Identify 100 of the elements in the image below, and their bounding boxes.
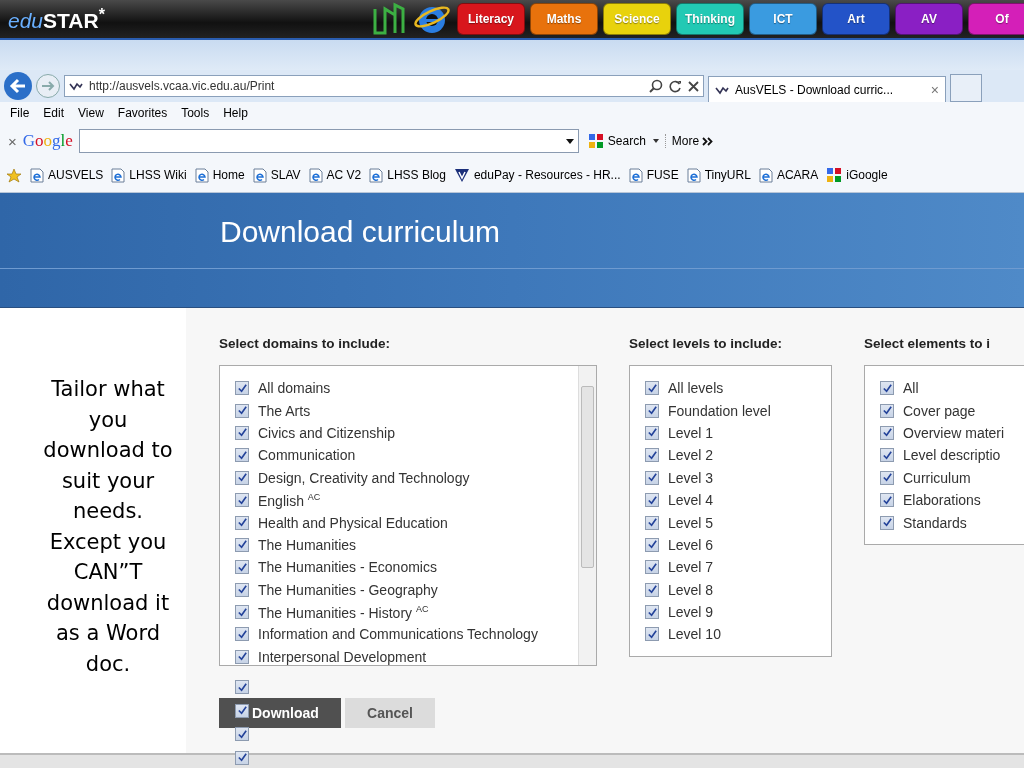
checkbox[interactable]	[880, 515, 894, 530]
subject-tab[interactable]: Literacy	[457, 3, 525, 35]
checkbox-label: Standards	[903, 514, 967, 531]
checkbox[interactable]	[645, 381, 659, 396]
back-button[interactable]	[4, 72, 32, 100]
favorite-link[interactable]: ACARA	[758, 167, 819, 183]
checkbox-label: The Humanities	[258, 536, 357, 553]
checkbox[interactable]	[645, 560, 659, 575]
menu-item[interactable]: Edit	[37, 106, 73, 120]
tab-title: AusVELS - Download curric...	[735, 82, 895, 97]
menu-item[interactable]: Help	[217, 106, 256, 120]
menu-item[interactable]: Tools	[175, 106, 218, 120]
checkbox[interactable]	[880, 425, 894, 440]
favorite-link[interactable]: SLAV	[252, 167, 301, 183]
checkbox[interactable]	[235, 560, 249, 575]
checkbox-label: Elaborations	[903, 492, 981, 509]
checkbox-label: The Arts	[258, 402, 311, 419]
favorite-link[interactable]: FUSE	[628, 167, 679, 183]
checkbox[interactable]	[235, 537, 249, 552]
menu-item[interactable]: View	[72, 106, 112, 120]
subject-tab[interactable]: Of	[968, 3, 1024, 35]
arrow-icon	[9, 78, 27, 94]
menu-item[interactable]: Favorites	[111, 106, 176, 120]
checkbox-label: All levels	[668, 380, 724, 397]
section-heading: Select elements to i	[864, 336, 992, 351]
checkbox-label: Overview materi	[903, 424, 1005, 441]
download-button[interactable]: Download	[219, 698, 341, 728]
checkbox-label: Level 7	[668, 559, 714, 576]
checkbox[interactable]	[235, 582, 249, 597]
more-button[interactable]: More	[664, 134, 714, 148]
cancel-button[interactable]: Cancel	[345, 698, 435, 728]
favorite-link[interactable]: LHSS Blog	[369, 167, 446, 183]
toolbar-close-button[interactable]: ×	[8, 132, 17, 150]
section-heading: Select levels to include:	[629, 336, 784, 351]
favorite-link[interactable]: LHSS Wiki	[111, 167, 187, 183]
dropdown-icon	[652, 139, 659, 143]
webpage-icon	[628, 167, 643, 183]
checkbox[interactable]	[645, 515, 659, 530]
webpage-icon	[252, 167, 267, 183]
tab-close-button[interactable]: ×	[930, 81, 939, 98]
checkbox[interactable]	[645, 493, 659, 508]
checkbox[interactable]	[645, 537, 659, 552]
checkbox[interactable]	[235, 649, 249, 664]
checkbox[interactable]	[645, 425, 659, 440]
checkbox[interactable]	[880, 493, 894, 508]
checkbox[interactable]	[645, 582, 659, 597]
favorite-link[interactable]: AC V2	[308, 167, 362, 183]
address-bar[interactable]: http://ausvels.vcaa.vic.edu.au/Print	[64, 75, 704, 97]
favorite-link[interactable]: AUSVELS	[30, 167, 104, 183]
checkbox-label: Level 8	[668, 581, 714, 598]
checkbox-label: Interpersonal Development	[258, 648, 427, 665]
favorite-link[interactable]: eduPay - Resources - HR...	[453, 167, 621, 183]
browser-tab[interactable]: AusVELS - Download curric... ×	[708, 76, 946, 102]
search-button[interactable]: Search	[584, 133, 659, 149]
menu-item[interactable]: File	[4, 106, 38, 120]
webpage-icon	[308, 167, 323, 183]
checkbox-label: The Humanities - Geography	[258, 581, 438, 598]
favorite-link[interactable]: Home	[194, 167, 245, 183]
close-icon[interactable]	[688, 80, 699, 92]
checkbox[interactable]	[235, 515, 249, 530]
webpage-icon	[369, 167, 384, 183]
favorite-link[interactable]: TinyURL	[686, 167, 751, 183]
refresh-icon[interactable]	[669, 79, 682, 93]
checkbox-label: Level 1	[668, 424, 714, 441]
checkbox[interactable]	[235, 750, 249, 765]
checkbox[interactable]	[645, 605, 659, 620]
checkbox[interactable]	[880, 381, 894, 396]
caption-text: Tailor what you download to suit your needs. Except you CAN”T download it as a Word doc.	[42, 376, 174, 678]
search-icon[interactable]	[649, 79, 663, 93]
scrollbar[interactable]	[578, 366, 596, 665]
checkbox[interactable]	[235, 605, 249, 620]
logo-icon[interactable]	[371, 1, 407, 37]
checkbox[interactable]	[645, 448, 659, 463]
checkbox[interactable]	[235, 425, 249, 440]
checkbox[interactable]	[235, 727, 249, 741]
checkbox[interactable]	[235, 448, 249, 463]
checkbox[interactable]	[645, 627, 659, 642]
checkbox[interactable]	[880, 403, 894, 418]
checkbox[interactable]	[645, 470, 659, 485]
page-title: Download curriculum	[220, 215, 501, 249]
checkbox[interactable]	[235, 403, 249, 418]
star-icon[interactable]	[6, 167, 22, 183]
checkbox-label: Health and Physical Education	[258, 514, 448, 531]
checkbox[interactable]	[880, 448, 894, 463]
checkbox-label: Cover page	[903, 402, 976, 419]
checkbox[interactable]	[235, 381, 249, 396]
checkbox[interactable]	[235, 627, 249, 642]
checkbox[interactable]	[235, 470, 249, 485]
checkbox[interactable]	[645, 403, 659, 418]
tiles-icon	[826, 167, 843, 183]
checkbox[interactable]	[235, 493, 249, 508]
favorite-link[interactable]: iGoogle	[826, 167, 888, 183]
checkbox-label: Level 10	[668, 626, 721, 643]
webpage-icon	[686, 167, 701, 183]
tiles-icon	[587, 133, 604, 149]
subject-tab[interactable]: AV	[895, 3, 963, 35]
subject-tab[interactable]: Art	[822, 3, 890, 35]
checkbox[interactable]	[235, 680, 249, 694]
checkbox[interactable]	[880, 470, 894, 485]
chevrons-icon	[702, 136, 714, 146]
